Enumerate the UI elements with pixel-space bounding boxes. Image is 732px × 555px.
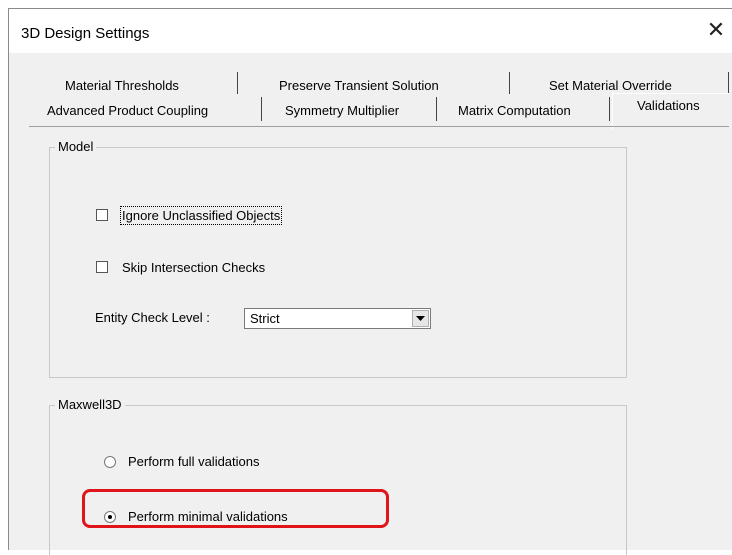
full-validations-radio[interactable] — [104, 456, 116, 468]
maxwell3d-group-title: Maxwell3D — [55, 397, 125, 412]
maxwell3d-groupbox — [49, 405, 627, 555]
tab-set-material-override[interactable]: Set Material Override — [549, 78, 672, 93]
tab-validations[interactable]: Validations — [612, 93, 729, 130]
model-group-title: Model — [55, 139, 97, 154]
full-validations-label[interactable]: Perform full validations — [128, 454, 260, 469]
dialog-title: 3D Design Settings — [21, 25, 150, 42]
tab-separator — [237, 72, 238, 94]
tab-material-thresholds[interactable]: Material Thresholds — [65, 78, 179, 93]
red-highlight-box — [82, 489, 389, 528]
tab-matrix-computation[interactable]: Matrix Computation — [458, 103, 571, 118]
tab-validations-label: Validations — [637, 98, 700, 113]
ignore-unclassified-checkbox[interactable] — [96, 209, 108, 221]
entity-check-level-label: Entity Check Level : — [95, 310, 210, 325]
entity-check-level-select[interactable]: Strict — [244, 308, 431, 329]
tab-advanced-product-coupling[interactable]: Advanced Product Coupling — [47, 103, 208, 118]
tab-panel-border — [29, 126, 729, 127]
entity-check-level-value: Strict — [250, 311, 280, 326]
skip-intersection-label[interactable]: Skip Intersection Checks — [122, 260, 265, 275]
chevron-down-icon[interactable] — [412, 310, 429, 327]
close-icon[interactable]: ✕ — [702, 17, 730, 45]
skip-intersection-checkbox[interactable] — [96, 261, 108, 273]
tab-separator — [436, 97, 437, 121]
tab-preserve-transient-solution[interactable]: Preserve Transient Solution — [279, 78, 439, 93]
tab-separator — [261, 97, 262, 121]
ignore-unclassified-label[interactable]: Ignore Unclassified Objects — [119, 206, 283, 225]
tab-symmetry-multiplier[interactable]: Symmetry Multiplier — [285, 103, 399, 118]
tab-separator — [609, 97, 610, 121]
title-bar: 3D Design Settings ✕ — [9, 9, 732, 53]
tab-separator — [728, 72, 729, 94]
design-settings-dialog: 3D Design Settings ✕ Material Thresholds… — [8, 8, 732, 555]
tab-separator — [509, 72, 510, 94]
